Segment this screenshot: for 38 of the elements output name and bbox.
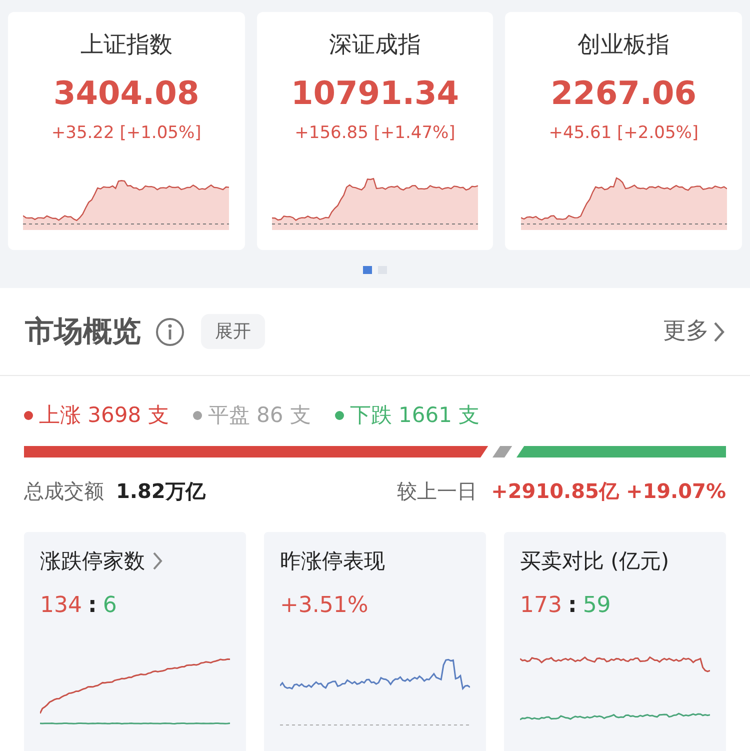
turnover-value: 1.82万亿 (116, 478, 206, 504)
index-value: 3404.08 (53, 72, 200, 114)
compare-label: 较上一日 (397, 478, 478, 504)
index-name: 上证指数 (80, 31, 172, 60)
index-card[interactable]: 上证指数 3404.08 +35.22 [+1.05%] (8, 12, 245, 250)
up-count: 173 (520, 592, 562, 620)
chevron-icon[interactable] (713, 320, 725, 342)
index-value: 10791.34 (290, 72, 459, 114)
breadth-count: 平盘 86 支 (208, 402, 311, 429)
card-title: 涨跌停家数 (40, 548, 145, 574)
index-change: +35.22 [+1.05%] (51, 122, 202, 144)
down-count: 6 (102, 592, 117, 620)
expand-button[interactable]: 展开 (201, 314, 265, 349)
breadth-count: 下跌 1661 支 (350, 402, 480, 429)
more-link[interactable]: 更多 (663, 314, 725, 349)
index-change: +156.85 [+1.47%] (294, 122, 456, 144)
ratio-separator: : (88, 592, 97, 620)
card-title: 买卖对比 (亿元) (520, 548, 670, 574)
stat-card[interactable]: 买卖对比 (亿元) 173 : 59 (504, 532, 726, 751)
compare-value: +2910.85亿 +19.07% (491, 478, 726, 504)
turnover-label: 总成交额 (24, 478, 104, 504)
stat-card[interactable]: 昨涨停表现 +3.51% (264, 532, 486, 751)
index-change: +45.61 [+2.05%] (548, 122, 699, 144)
card-title: 昨涨停表现 (280, 548, 385, 574)
index-name: 创业板指 (578, 31, 670, 60)
section-title: 市场概览 (25, 312, 141, 350)
info-icon[interactable] (155, 316, 185, 346)
index-name: 深证成指 (328, 31, 421, 60)
stat-card[interactable]: 涨跌停家数 134 : 6 (24, 532, 246, 751)
breadth-count: 上涨 3698 支 (39, 402, 169, 429)
index-card[interactable]: 深证成指 10791.34 +156.85 [+1.47%] (256, 12, 494, 250)
ratio-separator: : (568, 592, 577, 620)
chevron-icon[interactable] (153, 551, 163, 572)
change-value: +3.51% (280, 592, 368, 620)
index-card[interactable]: 创业板指 2267.06 +45.61 [+2.05%] (505, 12, 742, 250)
up-count: 134 (40, 592, 82, 620)
index-value: 2267.06 (550, 72, 697, 114)
down-count: 59 (582, 592, 611, 620)
